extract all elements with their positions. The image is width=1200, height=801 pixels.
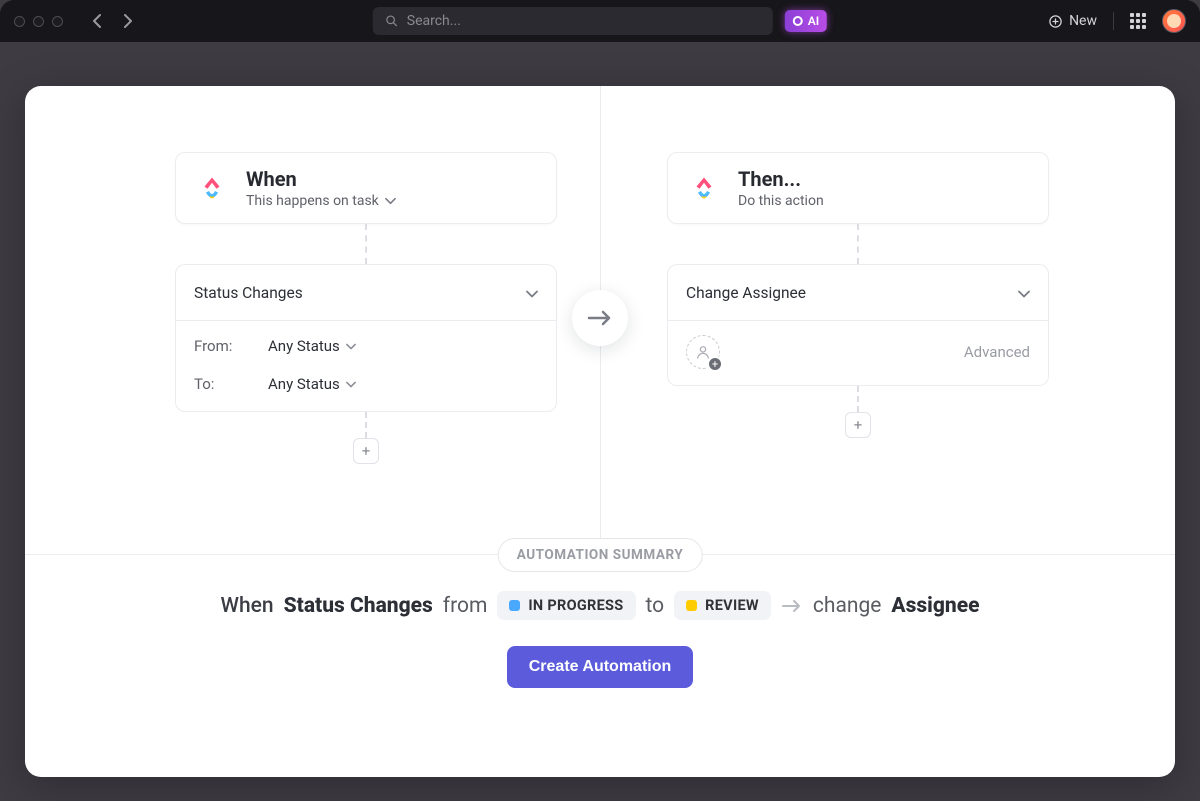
status-to-row[interactable]: To: Any Status xyxy=(194,375,538,393)
titlebar-center: Search... AI xyxy=(373,7,827,35)
then-header[interactable]: Then... Do this action xyxy=(667,152,1049,224)
search-placeholder: Search... xyxy=(407,13,461,29)
chevron-down-icon xyxy=(1018,284,1030,302)
summary-assignee: Assignee xyxy=(891,594,979,618)
clickup-logo-icon xyxy=(192,168,232,208)
summary-from: from xyxy=(443,594,488,618)
plus-badge-icon: + xyxy=(707,356,723,372)
status-to-label: To: xyxy=(194,375,242,393)
automation-editor-card: When This happens on task Status Changes xyxy=(25,86,1175,777)
search-icon xyxy=(385,14,399,28)
summary-status-to: REVIEW xyxy=(705,597,759,614)
then-panel: Then... Do this action Change Assignee + xyxy=(667,152,1049,438)
status-from-row[interactable]: From: Any Status xyxy=(194,337,538,355)
when-panel: When This happens on task Status Changes xyxy=(175,152,557,464)
titlebar: Search... AI New xyxy=(0,0,1200,42)
arrow-right-icon xyxy=(781,599,803,613)
status-config: From: Any Status To: Any Status xyxy=(175,321,557,412)
automation-canvas: When This happens on task Status Changes xyxy=(25,86,1175,554)
connector-line xyxy=(365,224,367,264)
global-search-input[interactable]: Search... xyxy=(373,7,773,35)
user-avatar[interactable] xyxy=(1162,9,1186,33)
plus-circle-icon xyxy=(1048,14,1063,29)
summary-status-from-pill[interactable]: IN PROGRESS xyxy=(497,591,635,620)
app-window: Search... AI New xyxy=(0,0,1200,801)
automation-summary: AUTOMATION SUMMARY When Status Changes f… xyxy=(25,554,1175,728)
trigger-type-select[interactable]: Status Changes xyxy=(176,265,556,321)
nav-forward-button[interactable] xyxy=(117,10,139,32)
summary-change: change xyxy=(813,594,882,618)
nav-arrows xyxy=(85,10,139,32)
nav-back-button[interactable] xyxy=(85,10,107,32)
connector-line xyxy=(857,386,859,412)
ai-label: AI xyxy=(808,14,819,28)
summary-status-changes: Status Changes xyxy=(284,594,433,618)
add-assignee-button[interactable]: + xyxy=(686,335,720,369)
window-minimize-icon[interactable] xyxy=(33,16,44,27)
advanced-link[interactable]: Advanced xyxy=(964,343,1030,361)
add-action-button[interactable]: + xyxy=(845,412,871,438)
new-label: New xyxy=(1069,13,1097,29)
when-subtitle: This happens on task xyxy=(246,193,379,209)
summary-status-from: IN PROGRESS xyxy=(528,597,623,614)
ai-button[interactable]: AI xyxy=(785,10,827,32)
window-maximize-icon[interactable] xyxy=(52,16,63,27)
chevron-down-icon xyxy=(526,284,538,302)
then-title: Then... xyxy=(738,167,1028,191)
window-close-icon[interactable] xyxy=(14,16,25,27)
action-config: + Advanced xyxy=(667,321,1049,386)
status-from-label: From: xyxy=(194,337,242,355)
divider xyxy=(1113,12,1114,30)
summary-status-to-pill[interactable]: REVIEW xyxy=(674,591,771,620)
trigger-type-value: Status Changes xyxy=(194,284,303,302)
chevron-down-icon xyxy=(385,197,396,205)
then-subtitle: Do this action xyxy=(738,193,824,209)
ai-icon xyxy=(793,16,803,26)
add-trigger-button[interactable]: + xyxy=(353,438,379,464)
clickup-logo-icon xyxy=(684,168,724,208)
status-color-icon xyxy=(686,600,697,611)
action-type-value: Change Assignee xyxy=(686,284,806,302)
chevron-down-icon xyxy=(346,381,356,388)
create-automation-button[interactable]: Create Automation xyxy=(507,646,694,688)
titlebar-right: New xyxy=(1048,9,1186,33)
action-type-select[interactable]: Change Assignee xyxy=(668,265,1048,321)
summary-badge: AUTOMATION SUMMARY xyxy=(498,538,703,572)
connector-line xyxy=(365,412,367,438)
apps-grid-icon[interactable] xyxy=(1130,13,1146,29)
when-then-arrow-icon xyxy=(572,290,628,346)
connector-line xyxy=(857,224,859,264)
when-header[interactable]: When This happens on task xyxy=(175,152,557,224)
summary-sentence: When Status Changes from IN PROGRESS to … xyxy=(25,591,1175,620)
status-color-icon xyxy=(509,600,520,611)
summary-when: When xyxy=(221,594,274,618)
chevron-down-icon xyxy=(346,343,356,350)
status-to-value: Any Status xyxy=(268,375,340,393)
status-from-value: Any Status xyxy=(268,337,340,355)
window-controls xyxy=(14,16,63,27)
new-button[interactable]: New xyxy=(1048,13,1097,29)
summary-to: to xyxy=(646,594,665,618)
when-title: When xyxy=(246,167,536,191)
